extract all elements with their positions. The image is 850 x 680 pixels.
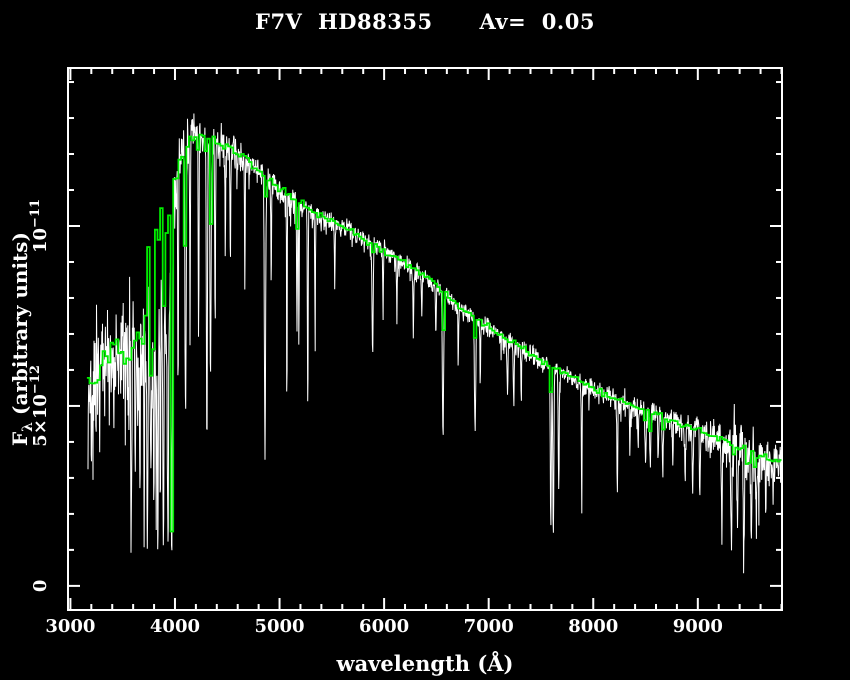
x-tick-label: 5000: [254, 616, 304, 637]
x-tick-label: 7000: [464, 616, 514, 637]
x-axis-title: wavelength (Å): [336, 651, 514, 676]
y-axis-title-main: F: [8, 431, 32, 447]
x-tick-label: 3000: [45, 616, 95, 637]
y-axis-title: Fλ (arbitrary units): [8, 232, 36, 446]
y-axis-title-units: (arbitrary units): [8, 231, 32, 422]
x-axis-ticks: [69, 68, 783, 610]
observed-spectrum-line: [87, 113, 782, 574]
spectrum-chart: 3000 4000 5000 6000 7000 8000 9000 05×10−1210−…: [28, 67, 783, 637]
y-axis-title-subscript: λ: [20, 421, 36, 432]
y-axis-ticks: [68, 81, 782, 587]
axis-frame: [67, 67, 783, 611]
x-axis-tick-labels: 3000 4000 5000 6000 7000 8000 9000: [45, 616, 723, 637]
y-tick-label: 0: [30, 580, 51, 593]
spectrum-plot-window: F7V HD88355 Av= 0.05 3000 4000 5000 6000 700…: [0, 0, 850, 680]
axes-box: [67, 67, 783, 611]
x-tick-label: 6000: [359, 616, 409, 637]
x-tick-label: 9000: [673, 616, 723, 637]
x-tick-label: 8000: [568, 616, 618, 637]
x-tick-label: 4000: [150, 616, 200, 637]
